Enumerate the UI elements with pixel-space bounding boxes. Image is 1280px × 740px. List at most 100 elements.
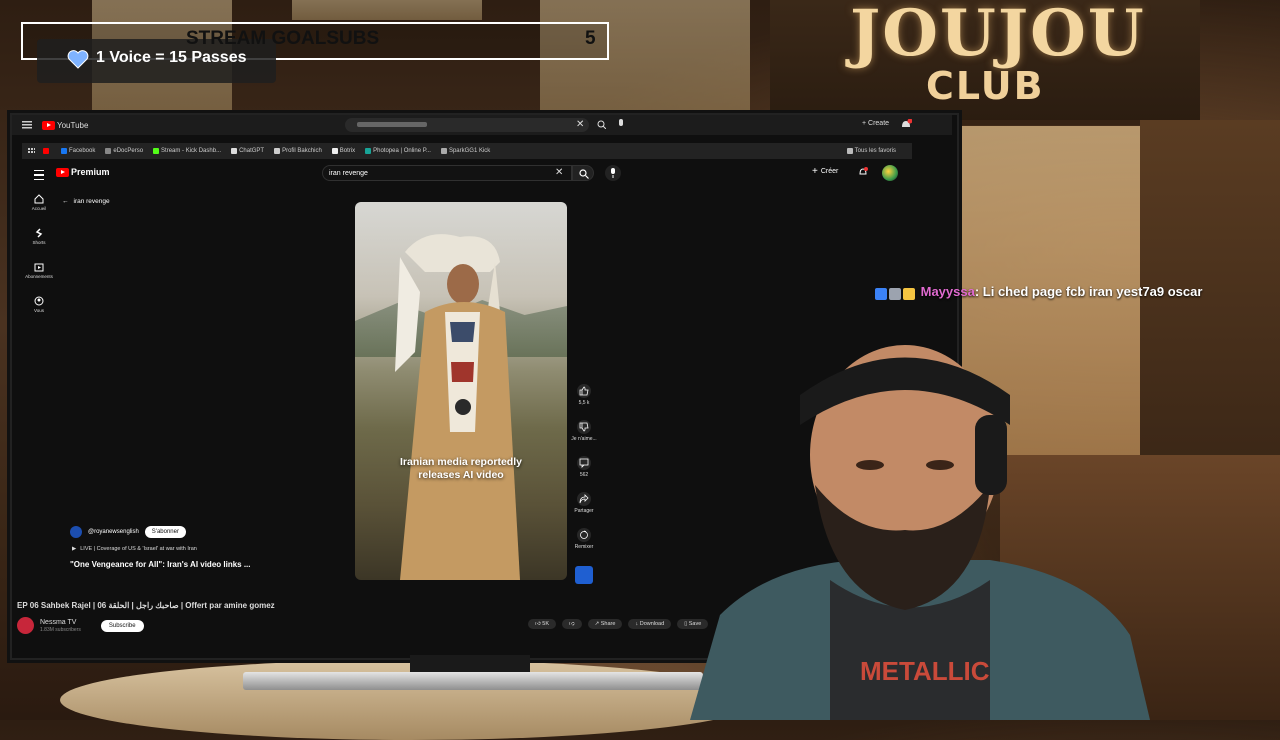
notifications-icon[interactable]	[858, 167, 868, 177]
premium-label: Premium	[71, 167, 110, 177]
outer-search-icon[interactable]	[597, 120, 606, 129]
youtube-header: Premium iran revenge ✕ + Créer	[22, 164, 912, 186]
goal-label: STREAM GOALSUBS	[186, 28, 380, 49]
related-live-link[interactable]: ▶ LIVE | Coverage of US & 'Israel' at wa…	[72, 546, 197, 552]
menu-icon[interactable]	[22, 121, 32, 129]
sign-subtitle: CLUB	[926, 64, 1045, 108]
bookmark-label: Botrix	[339, 148, 356, 154]
dislike-label: Je n'aime...	[571, 436, 597, 442]
side-nav-subscriptions[interactable]: Abonnements	[22, 262, 56, 296]
remix-label: Remixer	[574, 544, 594, 550]
outer-subscribe-button[interactable]: Subscribe	[100, 619, 144, 632]
bookmark-item[interactable]: eDocPerso	[105, 148, 143, 154]
bookmark-label: SparkGG1 Kick	[448, 148, 491, 154]
menu-icon[interactable]	[34, 170, 44, 180]
search-button[interactable]	[572, 165, 594, 181]
like-count: 5,5 k	[578, 400, 590, 406]
bookmark-label: Stream - Kick Dashb...	[161, 148, 222, 154]
dislike-icon	[577, 420, 591, 434]
plus-icon: +	[812, 166, 818, 177]
side-nav-label: Shorts	[32, 240, 46, 245]
all-bookmarks-folder[interactable]: Tous les favoris	[846, 148, 896, 154]
create-button[interactable]: + Créer	[812, 166, 838, 177]
bookmark-item[interactable]: ChatGPT	[231, 148, 264, 154]
bookmark-label: Facebook	[69, 148, 96, 154]
comment-icon	[577, 456, 591, 470]
gifter-badge-icon	[889, 287, 901, 300]
side-nav-shorts[interactable]: Shorts	[22, 228, 56, 262]
short-video-player[interactable]: Iranian media reportedly releases AI vid…	[355, 202, 567, 580]
account-avatar[interactable]	[882, 165, 898, 181]
chat-badges	[875, 285, 917, 300]
share-button[interactable]: Partager	[570, 492, 598, 528]
bookmark-youtube[interactable]	[43, 148, 51, 154]
outer-channel-name[interactable]: Nessma TV	[40, 619, 81, 627]
outer-share-label: Share	[600, 621, 616, 627]
bookmark-item[interactable]: Botrix	[331, 148, 356, 154]
chat-text: : Li ched page fcb iran yest7a9 oscar	[974, 284, 1203, 299]
short-action-column: 5,5 k Je n'aime... 562 Partager Remixer	[570, 384, 598, 584]
outer-actions: 👍︎ 5K 👎︎ ↗ Share ↓ Download ▯ Save	[528, 619, 709, 629]
dislike-button[interactable]: Je n'aime...	[570, 420, 598, 456]
bookmark-item[interactable]: Stream - Kick Dashb...	[153, 148, 221, 154]
side-nav-home[interactable]: Accueil	[22, 194, 56, 228]
voice-heart-icon	[67, 50, 89, 69]
comments-button[interactable]: 562	[570, 456, 598, 492]
outer-mic-icon[interactable]	[617, 119, 625, 130]
like-button[interactable]: 5,5 k	[570, 384, 598, 420]
outer-download-button[interactable]: ↓ Download	[628, 619, 672, 629]
short-title[interactable]: "One Vengeance for All": Iran's AI video…	[70, 560, 251, 569]
outer-subscriber-count: 1.83M subscribers	[40, 626, 81, 633]
clear-search-icon[interactable]: ✕	[555, 167, 563, 178]
bookmark-item[interactable]: Profil Bakchich	[274, 148, 322, 154]
folder-icon	[846, 148, 853, 154]
bookmark-item[interactable]: Facebook	[61, 148, 95, 154]
side-nav-label: Vous	[33, 308, 44, 313]
side-nav-you[interactable]: Vous	[22, 296, 56, 330]
svg-text:METALLIC: METALLIC	[860, 656, 990, 686]
back-arrow-icon: ←	[62, 198, 69, 205]
outer-create-button[interactable]: + Create	[862, 120, 889, 127]
comment-count: 562	[579, 472, 589, 478]
outer-clear-icon[interactable]: ✕	[576, 119, 584, 130]
search-input[interactable]: iran revenge	[322, 165, 572, 181]
botrix-favicon	[331, 148, 338, 154]
like-icon	[577, 384, 591, 398]
play-small-icon: ▶	[72, 546, 77, 552]
short-channel-row: @royanewsenglish S'abonner	[70, 526, 186, 538]
outer-notification-icon[interactable]	[900, 119, 912, 130]
outer-dislike-button[interactable]: 👎︎	[562, 619, 582, 629]
thumb-down-icon: 👎︎	[569, 621, 575, 627]
bookmark-label: Profil Bakchich	[282, 148, 322, 154]
photopea-favicon	[365, 148, 372, 154]
youtube-logo-text: YouTube	[57, 120, 89, 130]
outer-like-button[interactable]: 👍︎ 5K	[528, 619, 557, 629]
outer-video-title: EP 06 Sahbek Rajel | صاحبك راجل | الحلقة…	[17, 601, 275, 610]
subscribe-button[interactable]: S'abonner	[144, 526, 186, 538]
bookmark-label: eDocPerso	[113, 148, 144, 154]
outer-download-label: Download	[639, 621, 665, 627]
youtube-premium-logo[interactable]: Premium	[56, 167, 110, 177]
youtube-play-icon	[42, 120, 55, 130]
bookmark-label: ChatGPT	[239, 148, 265, 154]
monitor-neck	[410, 655, 530, 673]
bookmark-item[interactable]: Photopea | Online P...	[365, 148, 431, 154]
voice-search-button[interactable]	[605, 165, 621, 181]
outer-search-bar[interactable]	[345, 118, 589, 132]
apps-grid-icon[interactable]	[28, 147, 35, 155]
outer-share-button[interactable]: ↗ Share	[587, 619, 623, 629]
sound-thumbnail[interactable]	[575, 566, 593, 584]
outer-like-count: 5K	[542, 621, 550, 627]
caption-line: releases AI video	[418, 469, 504, 481]
channel-avatar[interactable]	[70, 526, 82, 538]
channel-handle[interactable]: @royanewsenglish	[88, 529, 139, 535]
outer-app-bar: YouTube ✕ + Create	[12, 115, 952, 135]
remix-button[interactable]: Remixer	[570, 528, 598, 564]
back-to-search[interactable]: ← iran revenge	[62, 198, 110, 205]
bookmark-item[interactable]: SparkGG1 Kick	[440, 148, 491, 154]
voice-promo-text: 1 Voice = 15 Passes	[96, 49, 247, 66]
youtube-logo[interactable]: YouTube	[42, 120, 89, 130]
home-icon	[34, 194, 44, 204]
share-icon	[577, 492, 591, 506]
outer-channel-avatar[interactable]	[17, 617, 34, 634]
